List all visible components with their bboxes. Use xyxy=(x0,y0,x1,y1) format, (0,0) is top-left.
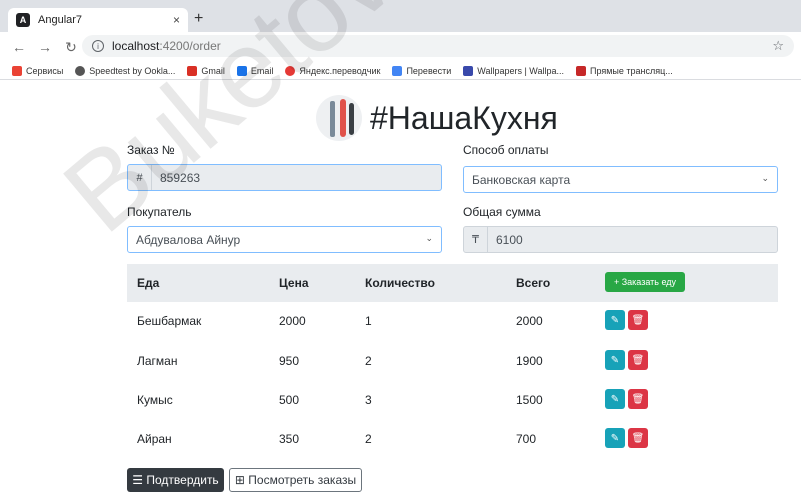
cell-qty: 1 xyxy=(365,314,372,328)
cutlery-logo-icon xyxy=(316,95,362,141)
edit-pencil-icon[interactable]: ✎ xyxy=(605,350,625,370)
cell-qty: 3 xyxy=(365,393,372,407)
brand-title: #НашаКухня xyxy=(370,99,558,136)
cell-food: Айран xyxy=(137,432,172,446)
delete-trash-icon[interactable]: 🗑 xyxy=(628,428,648,448)
bookmark-item[interactable]: Яндекс.переводчик xyxy=(285,65,380,76)
url-host: localhost xyxy=(112,39,160,53)
edit-pencil-icon[interactable]: ✎ xyxy=(605,310,625,330)
angular-favicon-icon: A xyxy=(16,13,30,27)
cell-food: Бешбармак xyxy=(137,314,202,328)
url-path: :4200/order xyxy=(159,39,221,53)
order-page: #НашаКухня Заказ № # 859263 Способ оплат… xyxy=(0,81,801,492)
cell-total: 700 xyxy=(516,432,537,446)
delete-trash-icon[interactable]: 🗑 xyxy=(628,389,648,409)
address-bar-row: ← → ↻ i localhost:4200/order ☆ xyxy=(0,32,801,62)
payment-method-label: Способ оплаты xyxy=(463,143,549,157)
bookmark-item[interactable]: Прямые трансляц... xyxy=(575,65,673,76)
table-row: Бешбармак 2000 1 2000 ✎ 🗑 xyxy=(127,310,778,354)
cell-total: 2000 xyxy=(516,314,543,328)
column-header-food: Еда xyxy=(137,276,160,290)
url-input[interactable]: i localhost:4200/order ☆ xyxy=(82,35,794,57)
forward-icon[interactable]: → xyxy=(38,39,52,55)
order-number-label: Заказ № xyxy=(127,143,175,157)
translate-icon xyxy=(392,65,403,76)
delete-trash-icon[interactable]: 🗑 xyxy=(628,310,648,330)
cell-qty: 2 xyxy=(365,432,372,446)
payment-method-select[interactable]: Банковская карта ⌄ xyxy=(463,166,778,193)
column-header-qty: Количество xyxy=(365,276,435,290)
order-number-field[interactable]: # 859263 xyxy=(127,164,442,191)
order-number-value: 859263 xyxy=(160,170,201,185)
email-icon xyxy=(236,65,247,76)
customer-label: Покупатель xyxy=(127,205,192,219)
cell-total: 1500 xyxy=(516,393,543,407)
table-header: Еда Цена Количество Всего + Заказать еду xyxy=(127,264,778,302)
live-stream-icon xyxy=(575,65,586,76)
chevron-down-icon: ⌄ xyxy=(761,173,769,183)
apps-grid-icon xyxy=(12,65,22,76)
bookmark-item[interactable]: Сервисы xyxy=(12,65,63,76)
edit-pencil-icon[interactable]: ✎ xyxy=(605,428,625,448)
gmail-icon xyxy=(187,65,198,76)
cell-food: Лагман xyxy=(137,354,178,368)
cell-price: 350 xyxy=(279,432,300,446)
table-row: Айран 350 2 700 ✎ 🗑 xyxy=(127,428,778,472)
bookmark-item[interactable]: Wallpapers | Wallpa... xyxy=(463,65,564,76)
table-row: Кумыс 500 3 1500 ✎ 🗑 xyxy=(127,389,778,433)
new-tab-button[interactable]: + xyxy=(194,10,203,28)
cell-qty: 2 xyxy=(365,354,372,368)
order-food-button[interactable]: + Заказать еду xyxy=(605,272,685,292)
bookmark-item[interactable]: Gmail xyxy=(187,65,225,76)
reload-icon[interactable]: ↻ xyxy=(64,39,78,56)
chevron-down-icon: ⌄ xyxy=(425,233,433,243)
cell-price: 500 xyxy=(279,393,300,407)
speedtest-icon xyxy=(75,65,86,76)
tab-title: Angular7 xyxy=(38,14,83,26)
bookmark-star-icon[interactable]: ☆ xyxy=(772,38,784,54)
bookmark-item[interactable]: Email xyxy=(236,65,273,76)
view-orders-button[interactable]: ⊞ Посмотреть заказы xyxy=(229,468,362,492)
total-sum-label: Общая сумма xyxy=(463,205,541,219)
customer-value: Абдувалова Айнур xyxy=(136,232,241,247)
total-sum-value: 6100 xyxy=(496,232,523,247)
total-sum-field[interactable]: ₸ 6100 xyxy=(463,226,778,253)
back-icon[interactable]: ← xyxy=(12,39,26,55)
column-header-price: Цена xyxy=(279,276,309,290)
hash-addon: # xyxy=(128,165,152,190)
yandex-translate-icon xyxy=(285,65,296,76)
bookmarks-bar: Сервисы Speedtest by Ookla... Gmail Emai… xyxy=(0,62,801,80)
bookmark-item[interactable]: Speedtest by Ookla... xyxy=(75,65,175,76)
confirm-button[interactable]: ☰ Подтвердить xyxy=(127,468,224,492)
column-header-total: Всего xyxy=(516,276,551,290)
table-row: Лагман 950 2 1900 ✎ 🗑 xyxy=(127,350,778,394)
browser-tabbar: A Angular7 × + xyxy=(0,0,801,32)
delete-trash-icon[interactable]: 🗑 xyxy=(628,350,648,370)
payment-method-value: Банковская карта xyxy=(472,172,571,187)
tenge-addon: ₸ xyxy=(464,227,488,252)
cell-price: 950 xyxy=(279,354,300,368)
site-info-icon[interactable]: i xyxy=(92,40,104,52)
cell-total: 1900 xyxy=(516,354,543,368)
close-tab-icon[interactable]: × xyxy=(173,13,180,27)
cell-food: Кумыс xyxy=(137,393,173,407)
wallpapers-icon xyxy=(463,65,474,76)
customer-select[interactable]: Абдувалова Айнур ⌄ xyxy=(127,226,442,253)
brand-header: #НашаКухня xyxy=(316,95,558,141)
browser-tab[interactable]: A Angular7 × xyxy=(8,8,188,32)
cell-price: 2000 xyxy=(279,314,306,328)
edit-pencil-icon[interactable]: ✎ xyxy=(605,389,625,409)
bookmark-item[interactable]: Перевести xyxy=(392,65,451,76)
